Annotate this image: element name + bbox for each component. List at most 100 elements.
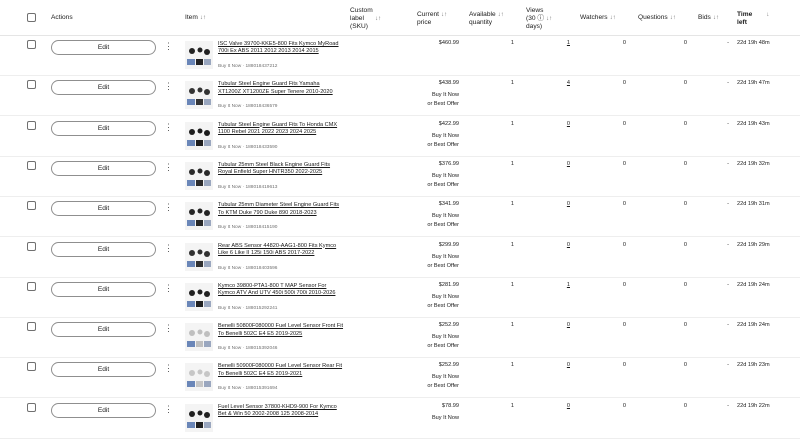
watchers-count: 0 (622, 362, 626, 369)
more-actions-icon[interactable]: ⋮ (164, 82, 173, 92)
edit-button[interactable]: Edit (51, 201, 156, 217)
edit-button[interactable]: Edit (51, 362, 156, 378)
edit-button[interactable]: Edit (51, 402, 156, 418)
item-title-link[interactable]: Fuel Level Sensor 37800-KHD9-900 For Kym… (218, 404, 343, 419)
row-checkbox[interactable] (27, 80, 36, 90)
item-thumbnail[interactable] (185, 161, 213, 190)
more-actions-icon[interactable]: ⋮ (164, 243, 173, 254)
table-row: Edit ⋮ ISC Valve 39700-KKE5-800 Fits Kymco… (0, 36, 800, 76)
item-title-link[interactable]: ISC Valve 39700-KKE5-800 Fits Kymco MyRo… (218, 41, 343, 56)
table-row: Edit ⋮ Tubular Steel Engine Guard Fits Yam… (0, 76, 800, 117)
item-title-link[interactable]: Benelli 50800F080000 Fuel Level Sensor F… (218, 323, 343, 338)
item-title-link[interactable]: Tubular Steel Engine Guard Fits To Honda… (218, 122, 343, 137)
views-count-link[interactable]: 0 (556, 362, 570, 369)
header-custom-label[interactable]: Custom label ↓↑ (SKU) (350, 7, 381, 31)
bids-count: - (727, 120, 729, 127)
item-thumbnail[interactable] (185, 282, 213, 311)
views-count-link[interactable]: 0 (556, 201, 570, 208)
item-thumbnail[interactable] (185, 41, 213, 69)
current-price: $422.99 (438, 120, 459, 127)
item-thumbnail[interactable] (185, 121, 213, 150)
time-left: 22d 19h 29m (737, 241, 770, 248)
item-thumbnail[interactable] (185, 81, 213, 110)
header-views[interactable]: Views (30 ⓘ ↓↑ days) (526, 7, 552, 31)
item-title-link[interactable]: Rear ABS Sensor 44820-AAG1-800 Fits Kymc… (218, 243, 343, 258)
header-views-line2: (30 ⓘ (526, 15, 544, 22)
header-item[interactable]: Item ↓↑ (185, 14, 206, 22)
row-checkbox[interactable] (27, 241, 36, 251)
questions-count: 0 (683, 402, 687, 409)
bids-count: - (727, 322, 729, 329)
listing-format-label: or Best Offer (427, 181, 459, 188)
views-count-link[interactable]: 0 (556, 161, 570, 168)
questions-count: 0 (683, 241, 687, 248)
header-questions[interactable]: Questions ↓↑ (638, 14, 676, 22)
views-count-link[interactable]: 1 (556, 40, 570, 47)
edit-button[interactable]: Edit (51, 281, 156, 297)
item-thumbnail[interactable] (185, 242, 213, 271)
edit-button[interactable]: Edit (51, 322, 156, 338)
views-count-link[interactable]: 0 (556, 121, 570, 128)
more-actions-icon[interactable]: ⋮ (164, 122, 173, 133)
current-price: $376.99 (438, 160, 459, 167)
edit-button[interactable]: Edit (51, 120, 156, 136)
current-price: $438.99 (438, 80, 459, 87)
item-title-link[interactable]: Tubular Steel Engine Guard Fits Yamaha X… (218, 81, 343, 96)
item-title-link[interactable]: Kymco 39800-PTA1-800 T MAP Sensor For Ky… (218, 283, 343, 298)
row-checkbox[interactable] (27, 402, 36, 412)
row-checkbox[interactable] (27, 160, 36, 170)
more-actions-icon[interactable]: ⋮ (164, 324, 173, 334)
row-checkbox[interactable] (27, 281, 36, 291)
row-checkbox[interactable] (27, 120, 36, 130)
item-thumbnail[interactable] (185, 363, 213, 392)
item-thumbnail[interactable] (185, 323, 213, 352)
item-title-link[interactable]: Tubular 25mm Steel Black Engine Guard Fi… (218, 162, 343, 177)
more-actions-icon[interactable]: ⋮ (164, 283, 173, 294)
more-actions-icon[interactable]: ⋮ (164, 364, 173, 374)
views-count-link[interactable]: 4 (556, 80, 570, 87)
listing-format-label: Buy It Now (431, 213, 459, 220)
views-count-link[interactable]: 0 (556, 322, 570, 329)
listing-format-id: Buy It Now · 188018436579 (218, 104, 278, 110)
header-available-quantity-line1: Available (469, 11, 496, 18)
views-count-link[interactable]: 0 (556, 242, 570, 249)
more-actions-icon[interactable]: ⋮ (164, 404, 173, 415)
header-available-quantity[interactable]: Available ↓↑ quantity (469, 11, 504, 27)
row-checkbox[interactable] (27, 362, 36, 372)
available-quantity: 1 (510, 402, 514, 409)
header-bids[interactable]: Bids ↓↑ (698, 14, 719, 22)
views-count-link[interactable]: 1 (556, 282, 570, 289)
header-watchers[interactable]: Watchers ↓↑ (580, 14, 616, 22)
more-actions-icon[interactable]: ⋮ (164, 42, 173, 52)
table-row: Edit ⋮ Tubular Steel Engine Guard Fits To … (0, 116, 800, 157)
row-checkbox[interactable] (27, 40, 36, 49)
edit-button[interactable]: Edit (51, 40, 156, 55)
header-current-price[interactable]: Current ↓↑ price (417, 11, 447, 27)
available-quantity: 1 (510, 241, 514, 248)
listing-format-label: or Best Offer (427, 302, 459, 309)
header-time-left[interactable]: Time ↓ left (737, 11, 769, 27)
item-title-link[interactable]: Benelli 50900F080000 Fuel Level Sensor R… (218, 363, 343, 378)
header-bids-label: Bids (698, 14, 711, 21)
item-title-link[interactable]: Tubular 25mm Diameter Steel Engine Guard… (218, 202, 343, 217)
item-thumbnail[interactable] (185, 202, 213, 231)
views-count-link[interactable]: 0 (556, 403, 570, 410)
watchers-count: 0 (622, 241, 626, 248)
more-actions-icon[interactable]: ⋮ (164, 203, 173, 213)
item-thumbnail[interactable] (185, 403, 213, 432)
row-checkbox[interactable] (27, 322, 36, 332)
table-row: Edit ⋮ Kymco 39800-PTA1-800 T MAP Sensor F… (0, 277, 800, 318)
edit-button[interactable]: Edit (51, 241, 156, 257)
table-row: Edit ⋮ Benelli 50800F080000 Fuel Level Sen… (0, 318, 800, 359)
available-quantity: 1 (510, 160, 514, 167)
more-actions-icon[interactable]: ⋮ (164, 162, 173, 173)
time-left: 22d 19h 22m (737, 402, 770, 409)
select-all-checkbox[interactable] (27, 13, 36, 22)
sort-icon: ↓↑ (712, 15, 719, 21)
table-header: Actions Item ↓↑ Custom label ↓↑ (SKU) Curren… (0, 0, 800, 36)
edit-button[interactable]: Edit (51, 80, 156, 96)
questions-count: 0 (683, 362, 687, 369)
edit-button[interactable]: Edit (51, 160, 156, 176)
current-price: $78.99 (441, 402, 459, 409)
row-checkbox[interactable] (27, 201, 36, 211)
